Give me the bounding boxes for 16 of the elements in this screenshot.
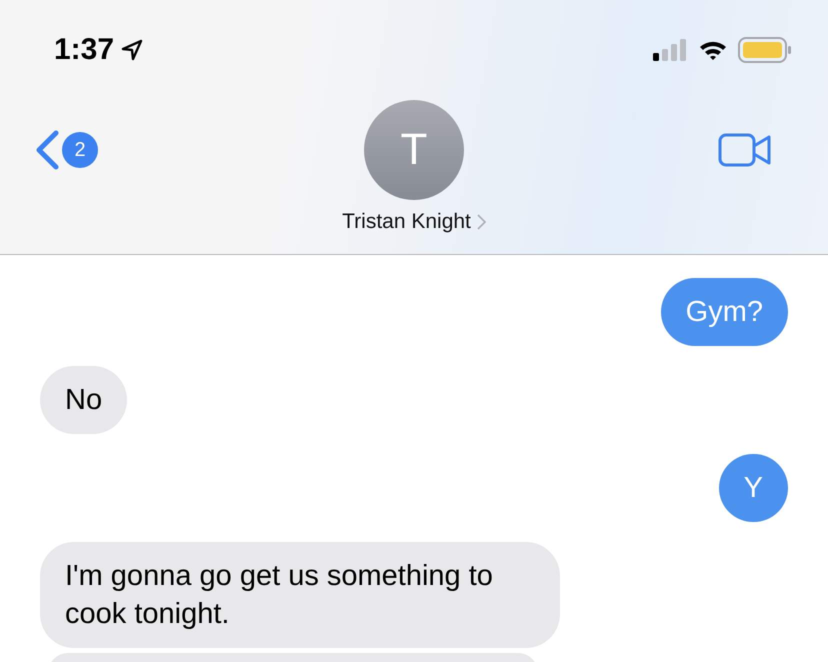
- chevron-right-icon: [476, 214, 486, 230]
- wifi-icon: [698, 39, 728, 61]
- unread-count-badge: 2: [62, 132, 98, 168]
- incoming-message-bubble: I'm gonna go get us something to cook tonight.: [40, 542, 560, 648]
- status-time: 1:37: [54, 33, 114, 67]
- outgoing-message-bubble: Gym?: [660, 278, 788, 346]
- incoming-message-bubble: No: [40, 366, 128, 434]
- signal-icon: [652, 39, 688, 61]
- chevron-left-icon: [34, 130, 60, 170]
- contact-name[interactable]: Tristan Knight: [342, 210, 471, 234]
- back-button[interactable]: 2: [34, 130, 98, 170]
- contact-avatar[interactable]: T: [364, 100, 464, 200]
- video-camera-icon[interactable]: [718, 133, 772, 167]
- battery-icon: [738, 37, 792, 63]
- location-arrow-icon: [120, 38, 144, 62]
- outgoing-message-bubble: Y: [718, 454, 788, 522]
